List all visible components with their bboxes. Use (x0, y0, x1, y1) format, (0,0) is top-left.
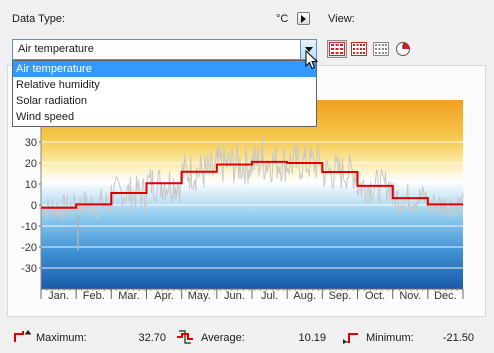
y-tick-label: 0 (31, 200, 37, 212)
y-tick-label: 10 (25, 179, 37, 191)
x-axis: Jan. Feb. Mar. Apr. May. Jun. Jul. Aug. Sep. Oct.… (40, 288, 464, 302)
x-tick-label: Nov. (399, 290, 421, 302)
temperature-chart: 30 20 10 0 -10 -20 -30 Jan. Feb. Mar. Apr. May. Jun… (21, 100, 464, 302)
x-tick-label: Aug. (293, 290, 316, 302)
x-tick-label: Feb. (83, 290, 105, 302)
y-tick-label: 30 (25, 137, 37, 149)
x-tick-label: Apr. (154, 290, 174, 302)
y-axis: 30 20 10 0 -10 -20 -30 (21, 100, 42, 289)
x-tick-label: Sep. (329, 290, 352, 302)
maximum-icon (14, 330, 31, 342)
mouse-cursor-icon (305, 50, 319, 70)
x-tick-label: Mar. (118, 290, 139, 302)
x-tick-label: May. (188, 290, 211, 302)
dropdown-option-air-temperature[interactable]: Air temperature (13, 61, 316, 77)
dropdown-option-relative-humidity[interactable]: Relative humidity (13, 77, 316, 93)
plot-background (41, 100, 463, 289)
minimum-value: -21.50 (442, 332, 474, 344)
x-tick-label: Jul. (261, 290, 278, 302)
maximum-label: Maximum: (36, 332, 87, 344)
y-tick-label: 20 (25, 158, 37, 170)
maximum-value: 32.70 (138, 332, 166, 344)
y-tick-label: -10 (21, 221, 37, 233)
x-tick-label: Dec. (434, 290, 457, 302)
dropdown-option-solar-radiation[interactable]: Solar radiation (13, 93, 316, 109)
average-value: 10.19 (298, 332, 326, 344)
y-tick-label: -30 (21, 263, 37, 275)
data-type-dropdown-list: Air temperature Relative humidity Solar … (12, 60, 317, 127)
x-tick-label: Jun. (224, 290, 245, 302)
average-icon (177, 330, 193, 344)
dropdown-option-wind-speed[interactable]: Wind speed (13, 109, 316, 125)
average-label: Average: (201, 332, 245, 344)
minimum-icon (343, 333, 358, 344)
x-tick-label: Jan. (48, 290, 69, 302)
x-tick-label: Oct. (365, 290, 385, 302)
minimum-label: Minimum: (366, 332, 414, 344)
y-tick-label: -20 (21, 242, 37, 254)
